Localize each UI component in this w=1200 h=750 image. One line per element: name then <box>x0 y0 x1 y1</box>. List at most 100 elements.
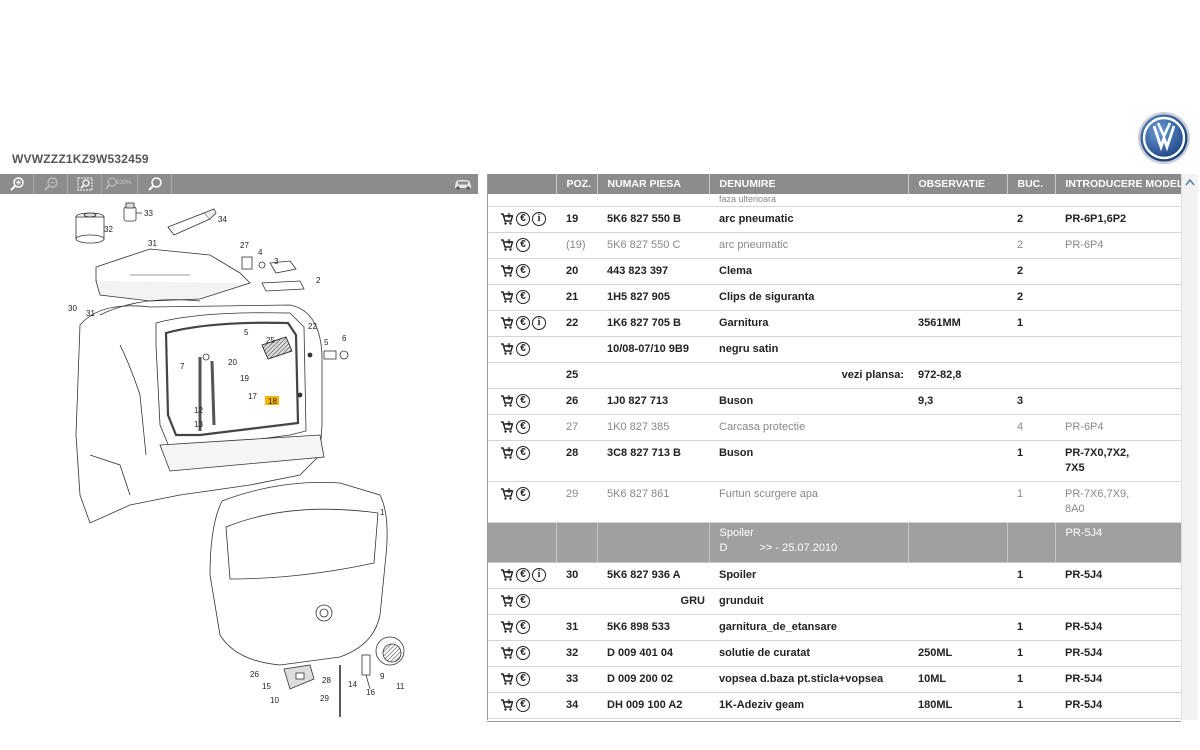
row-poz: 29 <box>556 481 597 523</box>
price-euro-icon[interactable]: € <box>516 211 530 226</box>
zoom-in-button[interactable] <box>0 174 34 194</box>
col-observation[interactable]: OBSERVATIE <box>908 174 1008 194</box>
table-row[interactable]: € GRU grunduit <box>488 588 1181 615</box>
col-poz[interactable]: POZ. <box>556 174 598 194</box>
search-icon <box>147 177 162 191</box>
add-to-cart-icon[interactable] <box>500 394 514 408</box>
row-observation <box>908 336 1007 363</box>
col-name[interactable]: DENUMIRE <box>709 174 909 194</box>
add-to-cart-icon[interactable] <box>500 620 514 634</box>
search-button[interactable] <box>138 174 172 194</box>
col-quantity[interactable]: BUC. <box>1007 174 1056 194</box>
price-euro-icon[interactable]: € <box>516 593 530 608</box>
scroll-up-button[interactable] <box>1182 174 1198 190</box>
add-to-cart-icon[interactable] <box>500 212 514 226</box>
price-euro-icon[interactable]: € <box>516 645 530 660</box>
add-to-cart-icon[interactable] <box>500 646 514 660</box>
car-view-button[interactable] <box>448 177 478 191</box>
col-part-number[interactable]: NUMAR PIESA <box>597 174 710 194</box>
table-row[interactable]: €10/08-07/10 9B9 negru satin <box>488 336 1181 363</box>
table-row[interactable]: € i 22 1K6 827 705 B Garnitura 3561MM 1 <box>488 310 1181 337</box>
row-observation: 3561MM <box>908 310 1007 337</box>
zoom-area-button[interactable] <box>68 174 102 194</box>
add-to-cart-icon[interactable] <box>500 342 514 356</box>
row-part-number: 5K6 827 861 <box>597 481 709 523</box>
add-to-cart-icon[interactable] <box>500 672 514 686</box>
row-quantity: 1 <box>1007 692 1055 719</box>
table-row[interactable]: € i 19 5K6 827 550 Barc pneumatic 2 PR-6P1,6P… <box>488 206 1181 233</box>
row-part-number: DH 009 100 A2 <box>597 692 709 719</box>
info-icon[interactable]: i <box>532 567 546 582</box>
zoom-out-button[interactable] <box>34 174 68 194</box>
row-name: Buson <box>709 388 908 415</box>
table-row[interactable]: €31 5K6 898 533 garnitura_de_etansare 1 PR-5… <box>488 614 1181 641</box>
price-euro-icon[interactable]: € <box>516 671 530 686</box>
svg-text:6: 6 <box>342 334 347 343</box>
row-model <box>1055 310 1181 337</box>
row-actions: € <box>488 336 556 363</box>
add-to-cart-icon[interactable] <box>500 568 514 582</box>
price-euro-icon[interactable]: € <box>516 393 530 408</box>
row-name: Clips de siguranta <box>709 284 908 311</box>
add-to-cart-icon[interactable] <box>500 420 514 434</box>
add-to-cart-icon[interactable] <box>500 264 514 278</box>
row-model <box>1055 588 1181 615</box>
add-to-cart-icon[interactable] <box>500 316 514 330</box>
row-name: Spoiler <box>709 562 908 589</box>
price-euro-icon[interactable]: € <box>516 289 530 304</box>
price-euro-icon[interactable]: € <box>516 619 530 634</box>
price-euro-icon[interactable]: € <box>516 341 530 356</box>
add-to-cart-icon[interactable] <box>500 698 514 712</box>
zoom-100-button[interactable]: 100% <box>102 174 138 194</box>
col-model[interactable]: INTRODUCERE MODEL <box>1055 174 1181 194</box>
price-euro-icon[interactable]: € <box>516 237 530 252</box>
table-row[interactable]: €28 3C8 827 713 B Buson 1 PR-7X0,7X2, 7X5 <box>488 440 1181 482</box>
add-to-cart-icon[interactable] <box>500 238 514 252</box>
table-row[interactable]: €34 DH 009 100 A2 1K-Adeziv geam 180ML 1 PR-5… <box>488 692 1181 719</box>
price-euro-icon[interactable]: € <box>516 419 530 434</box>
section-cell <box>908 522 1008 563</box>
row-observation: 180ML <box>908 692 1007 719</box>
add-to-cart-icon[interactable] <box>500 290 514 304</box>
table-row[interactable]: 25 vezi plansa: 972-82,8 <box>488 362 1181 389</box>
row-name: grunduit <box>709 588 908 615</box>
row-quantity <box>1007 362 1055 389</box>
row-quantity: 1 <box>1007 440 1055 482</box>
price-euro-icon[interactable]: € <box>516 697 530 712</box>
row-actions: € <box>488 692 556 719</box>
svg-text:15: 15 <box>262 682 271 691</box>
table-scrollbar[interactable] <box>1181 174 1198 720</box>
table-row[interactable]: €27 1K0 827 385 Carcasa protectie 4 PR-6P4 <box>488 414 1181 441</box>
add-to-cart-icon[interactable] <box>500 446 514 460</box>
add-to-cart-icon[interactable] <box>500 594 514 608</box>
parts-diagram[interactable]: 33 34 32 31 27 4 3 2 30 31 22 25 6 5 5 7… <box>0 195 478 725</box>
table-row[interactable]: € (19) 5K6 827 550 Carc pneumatic 2 PR-6P4 <box>488 232 1181 259</box>
table-row[interactable]: €21 1H5 827 905 Clips de siguranta 2 <box>488 284 1181 311</box>
price-euro-icon[interactable]: € <box>516 315 530 330</box>
part-32-cleaner-bottle <box>75 212 105 244</box>
svg-text:10: 10 <box>270 696 279 705</box>
part-31-spoiler <box>95 248 251 302</box>
price-euro-icon[interactable]: € <box>516 567 530 582</box>
section-cell <box>556 522 598 563</box>
table-row[interactable]: €33 D 009 200 02 vopsea d.baza pt.sticla+v… <box>488 666 1181 693</box>
price-euro-icon[interactable]: € <box>516 445 530 460</box>
row-poz: 25 <box>556 362 597 389</box>
vin-label: WVWZZZ1KZ9W532459 <box>12 152 149 166</box>
svg-text:16: 16 <box>366 688 375 697</box>
table-row[interactable]: € i 30 5K6 827 936 A Spoiler 1 PR-5J4 <box>488 562 1181 589</box>
row-part-number: 1H5 827 905 <box>597 284 709 311</box>
row-actions: € <box>488 614 556 641</box>
price-euro-icon[interactable]: € <box>516 486 530 501</box>
table-row[interactable]: €32 D 009 401 04 solutie de curatat 250ML 1 P… <box>488 640 1181 667</box>
table-header-row: POZ. NUMAR PIESA DENUMIRE OBSERVATIE BUC… <box>488 174 1181 194</box>
add-to-cart-icon[interactable] <box>500 487 514 501</box>
arrow-up-icon <box>1185 178 1195 186</box>
row-name: Buson <box>709 440 908 482</box>
info-icon[interactable]: i <box>532 211 546 226</box>
info-icon[interactable]: i <box>532 315 546 330</box>
table-row[interactable]: €26 1J0 827 713 Buson 9,3 3 <box>488 388 1181 415</box>
table-row[interactable]: €20 443 823 397 Clema 2 <box>488 258 1181 285</box>
price-euro-icon[interactable]: € <box>516 263 530 278</box>
table-row[interactable]: €29 5K6 827 861 Furtun scurgere apa 1 PR-7X6… <box>488 481 1181 523</box>
